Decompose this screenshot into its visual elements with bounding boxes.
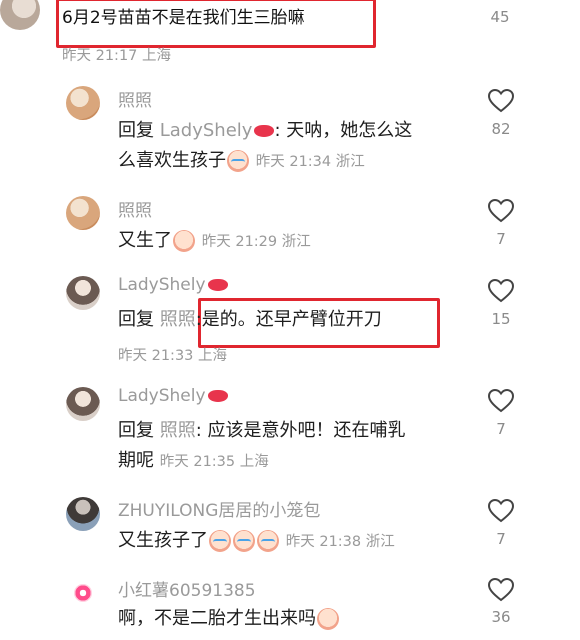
reply-6-text: 啊，不是二胎才生出来吗 [118, 604, 340, 634]
reply-6-heart-icon[interactable] [488, 578, 514, 602]
emoji-face-icon [317, 608, 339, 630]
lips-icon [254, 125, 275, 137]
crying-face-icon [257, 530, 279, 552]
reply-3-username[interactable]: LadyShely [118, 275, 228, 295]
top-comment-like-count: 45 [490, 8, 510, 26]
reply-1-avatar[interactable] [66, 86, 100, 120]
reply-3-text: 回复 照照:是的。还早产臂位开刀 [118, 305, 382, 335]
reply-5-heart-icon[interactable] [488, 499, 514, 523]
reply-3-username-text[interactable]: LadyShely [118, 275, 206, 295]
reply-2-avatar[interactable] [66, 196, 100, 230]
reply-6-text-content: 啊，不是二胎才生出来吗 [118, 608, 316, 629]
reply-1-meta: 昨天 21:34 浙江 [255, 154, 365, 170]
reply-1-text-line2: 么喜欢生孩子 [118, 150, 226, 171]
reply-1-username[interactable]: 照照 [118, 86, 152, 111]
reply-1-prefix: 回复 [118, 120, 160, 141]
reply-4-text: 回复 照照: 应该是意外吧！还在哺乳 期呢 昨天 21:35 上海 [118, 416, 468, 477]
reply-5-username[interactable]: ZHUYILONG居居的小笼包 [118, 496, 320, 521]
reply-2-text: 又生了 昨天 21:29 浙江 [118, 226, 311, 257]
crying-face-icon [209, 530, 231, 552]
top-comment-avatar[interactable] [0, 0, 40, 30]
reply-5-avatar[interactable] [66, 497, 100, 531]
lips-icon [207, 279, 228, 291]
reply-5-text-content: 又生孩子了 [118, 530, 208, 551]
top-comment-text: 6月2号苗苗不是在我们生三胎嘛 [62, 8, 305, 28]
reply-4-mention[interactable]: 照照 [160, 420, 196, 441]
reply-2-text-content: 又生了 [118, 230, 172, 251]
reply-2-username[interactable]: 照照 [118, 196, 152, 221]
reply-4-text-line2: 期呢 [118, 450, 154, 471]
reply-2-heart-icon[interactable] [488, 199, 514, 223]
reply-6-username[interactable]: 小红薯60591385 [118, 576, 256, 601]
reply-4-avatar[interactable] [66, 387, 100, 421]
reply-5-meta: 昨天 21:38 浙江 [285, 534, 395, 550]
reply-4-meta: 昨天 21:35 上海 [159, 454, 269, 470]
reply-4-like-count: 7 [496, 420, 506, 438]
reply-6-avatar[interactable] [74, 584, 92, 602]
crying-face-icon [227, 150, 249, 172]
reply-2-meta: 昨天 21:29 浙江 [201, 234, 311, 250]
reply-1-text-line1: : 天呐，她怎么这 [274, 120, 413, 141]
reply-3-mention[interactable]: 照照 [160, 309, 196, 330]
reply-4-username-text[interactable]: LadyShely [118, 386, 206, 406]
reply-4-text-line1: : 应该是意外吧！还在哺乳 [195, 420, 406, 441]
reply-4-heart-icon[interactable] [488, 389, 514, 413]
reply-4-username[interactable]: LadyShely [118, 386, 228, 406]
lips-icon [207, 390, 228, 402]
reply-1-text: 回复 LadyShely : 天呐，她怎么这 么喜欢生孩子 昨天 21:34 浙江 [118, 116, 458, 177]
reply-6-like-count: 36 [491, 608, 511, 626]
reply-1-mention[interactable]: LadyShely [160, 120, 253, 141]
reply-3-prefix: 回复 [118, 309, 160, 330]
reply-1-like-count: 82 [491, 120, 511, 138]
emoji-face-icon [173, 230, 195, 252]
reply-4-prefix: 回复 [118, 420, 160, 441]
reply-3-like-count: 15 [491, 310, 511, 328]
reply-3-meta: 昨天 21:33 上海 [118, 348, 228, 364]
crying-face-icon [233, 530, 255, 552]
top-comment-meta: 昨天 21:17 上海 [62, 48, 172, 64]
reply-1-heart-icon[interactable] [488, 89, 514, 113]
reply-5-text: 又生孩子了 昨天 21:38 浙江 [118, 526, 395, 557]
reply-3-heart-icon[interactable] [488, 279, 514, 303]
reply-5-like-count: 7 [496, 530, 506, 548]
reply-3-avatar[interactable] [66, 276, 100, 310]
reply-3-text-content: :是的。还早产臂位开刀 [195, 309, 382, 330]
reply-2-like-count: 7 [496, 230, 506, 248]
